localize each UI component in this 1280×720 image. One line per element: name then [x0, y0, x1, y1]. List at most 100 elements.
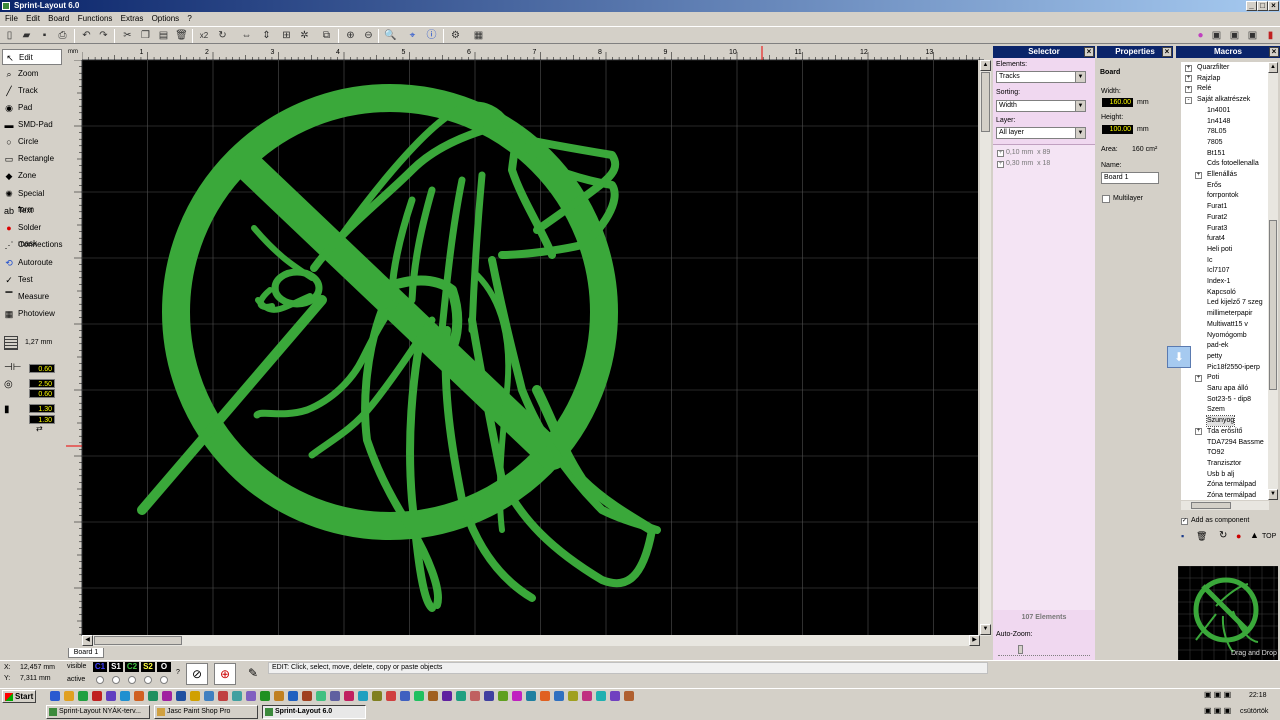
grid-value[interactable]: 1,27 mm: [25, 339, 52, 346]
tool-pad[interactable]: ◉ Pad: [2, 100, 62, 116]
quick-launch-icon[interactable]: [288, 691, 298, 701]
quick-launch-icon[interactable]: [442, 691, 452, 701]
height-value[interactable]: 100.00: [1102, 125, 1133, 134]
macro-tree-item[interactable]: 78L05: [1207, 127, 1226, 137]
macro-tree-item[interactable]: Furat3: [1207, 224, 1227, 234]
undo-icon[interactable]: ↶: [80, 29, 93, 42]
quick-launch-icon[interactable]: [260, 691, 270, 701]
macro-tree-item[interactable]: Furat1: [1207, 202, 1227, 212]
expand-icon[interactable]: +: [1185, 85, 1192, 93]
swap-icon[interactable]: ⇄: [36, 424, 43, 433]
settings-gear-icon[interactable]: ⚙: [449, 29, 462, 42]
cut-icon[interactable]: ✂: [121, 29, 134, 42]
quick-launch-icon[interactable]: [50, 691, 60, 701]
paste-icon[interactable]: ▤: [157, 29, 170, 42]
macro-tree-item[interactable]: Bt151: [1207, 149, 1225, 159]
tool-circle[interactable]: ○ Circle: [2, 134, 62, 150]
pencil-icon[interactable]: ✎: [242, 663, 264, 685]
quick-launch-icon[interactable]: [64, 691, 74, 701]
vertical-scroll-thumb[interactable]: [981, 72, 990, 132]
tool-solder-mask[interactable]: ● Solder mask: [2, 220, 62, 248]
mirror-horizontal-icon[interactable]: ⇔: [240, 29, 253, 42]
top-label[interactable]: TOP: [1262, 533, 1276, 540]
macro-tree-item[interactable]: Saját alkatrészek: [1197, 95, 1250, 105]
macro-preview[interactable]: Drag and Drop: [1178, 566, 1278, 660]
quick-launch-icon[interactable]: [246, 691, 256, 701]
active-o-radio[interactable]: [160, 676, 168, 684]
quick-launch-icon[interactable]: [78, 691, 88, 701]
quick-launch-icon[interactable]: [204, 691, 214, 701]
layer-c1-button[interactable]: C1: [93, 662, 107, 672]
macro-tree-item[interactable]: TDA7294 Bassme: [1207, 438, 1264, 448]
quick-launch-icon[interactable]: [190, 691, 200, 701]
tool-text[interactable]: ab Text: [2, 203, 62, 219]
macro-tree-item[interactable]: Ellenállás: [1207, 170, 1237, 180]
expand-icon[interactable]: +: [1195, 374, 1202, 382]
macro-tree-item[interactable]: furat4: [1207, 234, 1225, 244]
menu-extras[interactable]: Extras: [118, 12, 147, 25]
record-icon[interactable]: ●: [1236, 531, 1241, 541]
macro-hscrollbar[interactable]: [1181, 501, 1269, 510]
quick-launch-icon[interactable]: [428, 691, 438, 701]
task-sprint-layout[interactable]: Sprint-Layout 6.0: [262, 705, 366, 719]
smd-width-value[interactable]: 1.30: [29, 404, 55, 413]
active-c1-radio[interactable]: [96, 676, 104, 684]
macro-hscroll-thumb[interactable]: [1191, 502, 1231, 509]
macro-tree-item[interactable]: pad-ek: [1207, 341, 1228, 351]
macro-tree-item[interactable]: Index-1: [1207, 277, 1230, 287]
macro-tree-item[interactable]: Zóna termálpad: [1207, 480, 1256, 490]
drill-icon[interactable]: ▣: [1228, 29, 1241, 42]
tool-smd-pad[interactable]: ▬ SMD-Pad: [2, 117, 62, 133]
layer-select[interactable]: All layer ▼: [996, 127, 1086, 139]
horizontal-scroll-thumb[interactable]: [94, 636, 182, 645]
quick-launch-icon[interactable]: [358, 691, 368, 701]
layer-help[interactable]: ?: [176, 669, 180, 676]
rotate-icon[interactable]: ↻: [216, 29, 229, 42]
quick-launch-icon[interactable]: [610, 691, 620, 701]
menu-options[interactable]: Options: [149, 12, 183, 25]
quick-launch-icon[interactable]: [92, 691, 102, 701]
layer-s2-button[interactable]: S2: [141, 662, 155, 672]
scroll-down-arrow-icon[interactable]: ▼: [1268, 489, 1278, 500]
macro-tree-item[interactable]: Pic18f2550-iperp: [1207, 363, 1260, 373]
quick-launch-icon[interactable]: [232, 691, 242, 701]
quick-launch-icon[interactable]: [134, 691, 144, 701]
quick-launch-icon[interactable]: [106, 691, 116, 701]
vertical-scrollbar[interactable]: ▲ ▼: [980, 60, 991, 636]
menu-board[interactable]: Board: [45, 12, 72, 25]
macro-tree-item[interactable]: Kapcsoló: [1207, 288, 1236, 298]
quick-launch-icon[interactable]: [302, 691, 312, 701]
ratsnest-icon[interactable]: ⌖: [406, 29, 419, 42]
quick-launch-icon[interactable]: [624, 691, 634, 701]
quick-launch-icon[interactable]: [554, 691, 564, 701]
macro-tree-item[interactable]: Erős: [1207, 181, 1221, 191]
macro-tree-item[interactable]: Tranzisztor: [1207, 459, 1241, 469]
quick-launch-icon[interactable]: [330, 691, 340, 701]
quick-launch-icon[interactable]: [162, 691, 172, 701]
slider-thumb[interactable]: [1018, 645, 1023, 654]
pad-inner-value[interactable]: 0.60: [29, 389, 55, 398]
quick-launch-icon[interactable]: [456, 691, 466, 701]
macro-tree-item[interactable]: millimeterpapir: [1207, 309, 1253, 319]
snap-icon[interactable]: ✲: [298, 29, 311, 42]
width-value[interactable]: 160.00: [1102, 98, 1133, 107]
macro-tree-item[interactable]: Tda erősítő: [1207, 427, 1242, 437]
macro-tree-item[interactable]: Relé: [1197, 84, 1211, 94]
sorting-select[interactable]: Width ▼: [996, 100, 1086, 112]
task-paint-shop-pro[interactable]: Jasc Paint Shop Pro: [154, 705, 258, 719]
macro-tree-scrollbar[interactable]: ▲ ▼: [1268, 62, 1278, 500]
active-s1-radio[interactable]: [112, 676, 120, 684]
macro-tree-item[interactable]: Szunyog: [1205, 415, 1236, 428]
quick-launch-icon[interactable]: [344, 691, 354, 701]
menu-functions[interactable]: Functions: [75, 12, 116, 25]
tool-connections[interactable]: ⋰ Connections: [2, 237, 63, 253]
save-icon[interactable]: ▪: [38, 29, 51, 42]
quick-launch-icon[interactable]: [372, 691, 382, 701]
mirror-vertical-icon[interactable]: ⇕: [260, 29, 273, 42]
macro-tree[interactable]: Quarzfilter + Rajzlap + Relé + Saját alkatrész…: [1181, 62, 1269, 500]
elements-select[interactable]: Tracks ▼: [996, 71, 1086, 83]
save-macro-icon[interactable]: ▪: [1181, 531, 1184, 541]
board-name-input[interactable]: Board 1: [1101, 172, 1159, 184]
multilayer-checkbox[interactable]: [1102, 195, 1110, 203]
properties-close-icon[interactable]: ×: [1162, 47, 1172, 57]
